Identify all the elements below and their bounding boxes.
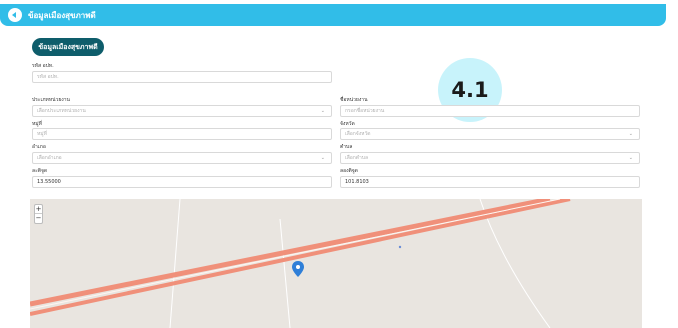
latitude-label: ละติจูด (32, 168, 48, 174)
subdistrict-select[interactable]: เลือกตำบล ⌄ (340, 152, 640, 164)
chevron-down-icon: ⌄ (628, 131, 633, 137)
page-title: ข้อมูลเมืองสุขภาพดี (28, 11, 96, 20)
district-value: เลือกอำเภอ (37, 155, 62, 161)
chevron-down-icon: ⌄ (320, 108, 325, 114)
zoom-control: + − (34, 204, 43, 224)
app-header: ข้อมูลเมืองสุขภาพดี (0, 4, 666, 26)
map-background (30, 199, 642, 328)
org-type-select[interactable]: เลือกประเภทหน่วยงาน ⌄ (32, 105, 332, 117)
zoom-in-button[interactable]: + (35, 205, 42, 214)
province-select[interactable]: เลือกจังหวัด ⌄ (340, 128, 640, 140)
district-select[interactable]: เลือกอำเภอ ⌄ (32, 152, 332, 164)
village-input[interactable]: หมู่ที่ (32, 128, 332, 140)
zoom-out-button[interactable]: − (35, 214, 42, 223)
org-type-label: ประเภทหน่วยงาน (32, 97, 70, 103)
map-poi (398, 245, 402, 249)
latitude-input[interactable]: 13.55000 (32, 176, 332, 188)
village-label: หมู่ที่ (32, 121, 42, 127)
org-name-label: ชื่อหน่วยงาน (340, 97, 368, 103)
code-label: รหัส อปท. (32, 63, 54, 69)
subdistrict-value: เลือกตำบล (345, 155, 369, 161)
subdistrict-label: ตำบล (340, 144, 353, 150)
map-canvas (30, 199, 642, 328)
province-value: เลือกจังหวัด (345, 131, 371, 137)
back-icon[interactable] (8, 8, 22, 22)
org-name-input[interactable]: กรอกชื่อหน่วยงาน (340, 105, 640, 117)
location-map[interactable]: + − (30, 199, 642, 328)
province-label: จังหวัด (340, 121, 355, 127)
longitude-label: ลองติจูด (340, 168, 358, 174)
longitude-input[interactable]: 101.8103 (340, 176, 640, 188)
district-label: อำเภอ (32, 144, 46, 150)
org-type-value: เลือกประเภทหน่วยงาน (37, 108, 86, 114)
section-button[interactable]: ข้อมูลเมืองสุขภาพดี (32, 38, 104, 56)
code-input[interactable]: รหัส อปท. (32, 71, 332, 83)
chevron-down-icon: ⌄ (320, 155, 325, 161)
chevron-down-icon: ⌄ (628, 155, 633, 161)
